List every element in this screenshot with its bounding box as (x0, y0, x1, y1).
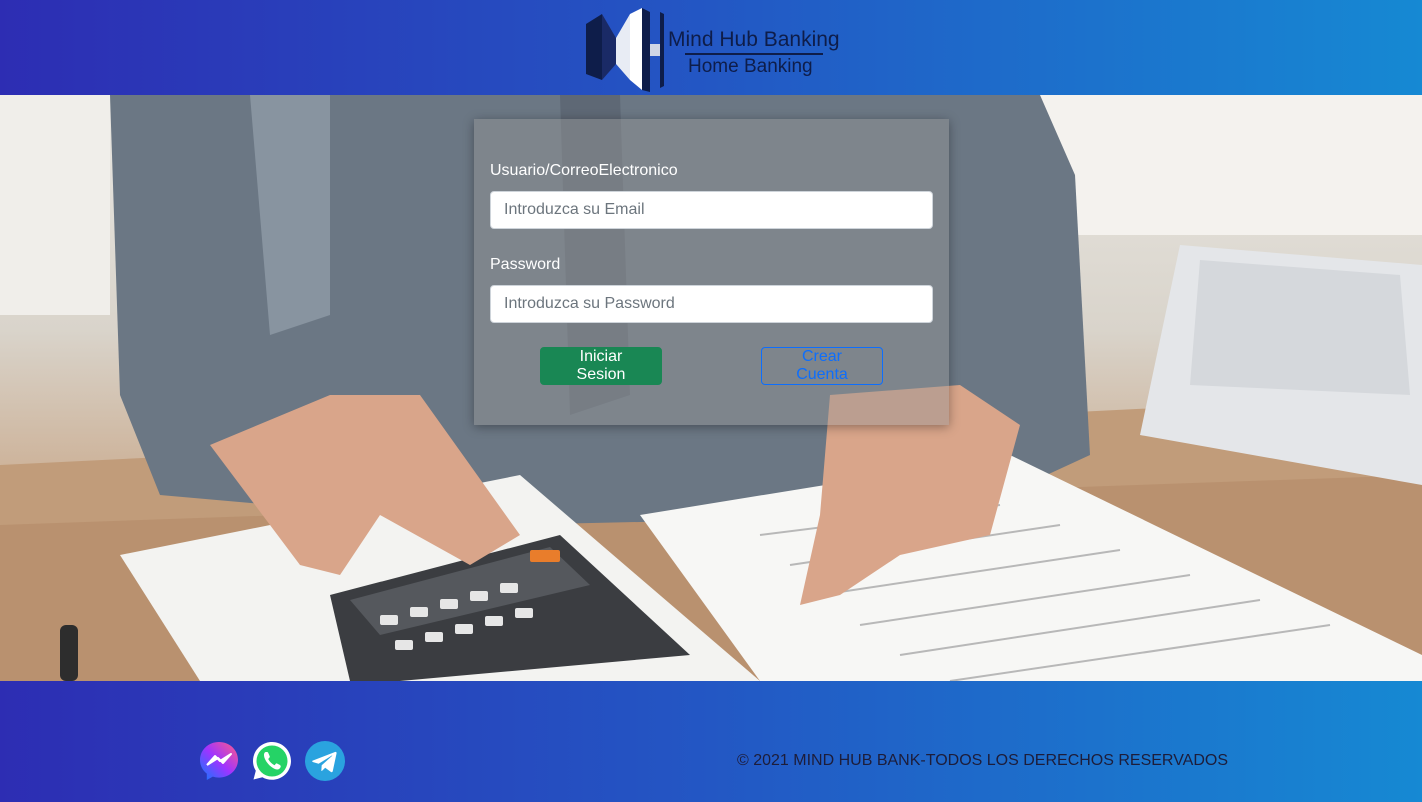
footer-bar: © 2021 MIND HUB BANK-TODOS LOS DERECHOS … (0, 681, 1422, 802)
user-label: Usuario/CorreoElectronico (490, 162, 678, 179)
messenger-icon[interactable] (198, 740, 240, 782)
mh-logo-icon (586, 8, 664, 92)
whatsapp-icon[interactable] (251, 740, 293, 782)
brand-divider (685, 53, 823, 55)
password-label: Password (490, 256, 561, 273)
brand-title: Mind Hub Banking (668, 28, 840, 51)
login-button[interactable]: Iniciar Sesion (540, 347, 662, 385)
brand-subtitle: Home Banking (688, 56, 813, 77)
brand-logo[interactable]: Mind Hub Banking Home Banking (582, 4, 844, 94)
header-bar: Mind Hub Banking Home Banking (0, 0, 1422, 95)
create-account-button[interactable]: Crear Cuenta (761, 347, 883, 385)
copyright-text: © 2021 MIND HUB BANK-TODOS LOS DERECHOS … (737, 752, 1229, 769)
password-field[interactable] (490, 285, 933, 323)
login-page: Mind Hub Banking Home Banking Usuario/Co… (0, 0, 1422, 802)
email-field[interactable] (490, 191, 933, 229)
telegram-icon[interactable] (304, 740, 346, 782)
login-card: Usuario/CorreoElectronico Password Inici… (474, 119, 949, 425)
